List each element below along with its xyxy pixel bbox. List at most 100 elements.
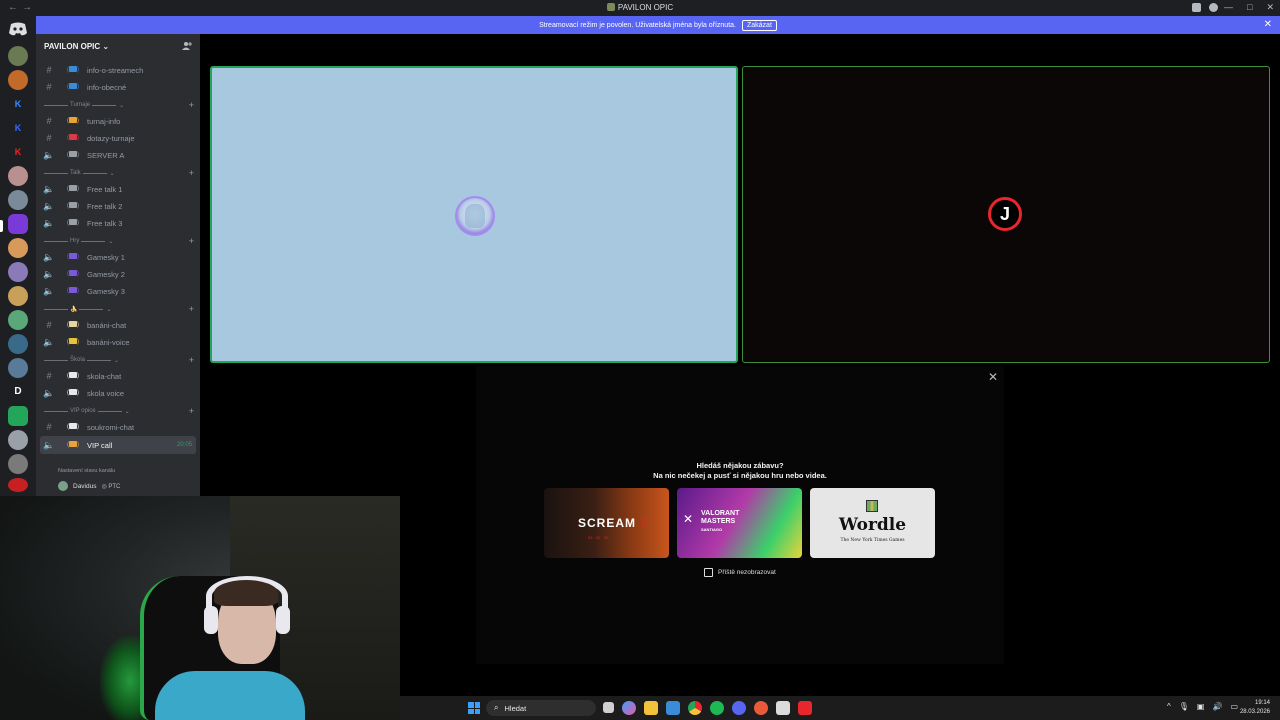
taskbar-search[interactable]: ⌕ Hledat: [486, 700, 596, 716]
task-view-icon[interactable]: [603, 702, 614, 713]
discord-taskbar-icon[interactable]: [732, 701, 746, 715]
checkbox-box[interactable]: [704, 568, 713, 577]
dont-show-again-checkbox[interactable]: Příště nezobrazovat: [704, 568, 776, 577]
category-divider: [79, 308, 104, 310]
hashtag-icon: #: [46, 116, 52, 126]
channel-category[interactable]: Talk ⌄ +: [44, 168, 194, 178]
taskbar-clock[interactable]: 19:14 28.03.2026: [1240, 699, 1270, 717]
text-channel-item[interactable]: # () info-o-streamech: [40, 62, 196, 78]
close-window-icon[interactable]: ✕: [1266, 2, 1274, 13]
add-channel-icon[interactable]: +: [189, 304, 194, 314]
channel-category[interactable]: Škola ⌄ +: [44, 355, 194, 365]
voice-channel-item[interactable]: 🔈 () banáni-voice: [40, 334, 196, 350]
activity-card-valorant[interactable]: ✕ VALORANT MASTERS SANTIAGO: [677, 488, 802, 558]
channel-status-hint[interactable]: Nastavení stavu kanálu: [58, 468, 115, 474]
voice-channel-item[interactable]: 🔈 () VIP call 20:05: [40, 436, 196, 454]
volume-icon[interactable]: 🔊: [1212, 702, 1222, 711]
spotify-icon[interactable]: [710, 701, 724, 715]
minimize-icon[interactable]: —: [1224, 2, 1233, 13]
speaker-icon: 🔈: [43, 336, 55, 347]
server-name-header[interactable]: PAVILON OPIC ⌄: [44, 42, 109, 51]
add-channel-icon[interactable]: +: [189, 236, 194, 246]
voice-channel-item[interactable]: 🔈 () Free talk 3: [40, 215, 196, 231]
start-button[interactable]: [468, 702, 480, 714]
server-icon[interactable]: [8, 334, 28, 354]
server-icon[interactable]: [8, 166, 28, 186]
server-icon[interactable]: [8, 406, 28, 426]
server-icon[interactable]: D: [8, 382, 28, 402]
battery-icon[interactable]: ▭: [1230, 702, 1238, 711]
activity-card-wordle[interactable]: Wordle The New York Times Games: [810, 488, 935, 558]
video-tile-user-b[interactable]: J: [742, 66, 1270, 363]
add-channel-icon[interactable]: +: [189, 100, 194, 110]
voice-channel-item[interactable]: 🔈 () Free talk 1: [40, 181, 196, 197]
server-icon[interactable]: [8, 478, 28, 492]
voice-channel-item[interactable]: 🔈 () Free talk 2: [40, 198, 196, 214]
microphone-icon[interactable]: 🎙: [1179, 702, 1189, 711]
video-tile-user-a[interactable]: [210, 66, 738, 363]
server-icon[interactable]: [8, 190, 28, 210]
add-channel-icon[interactable]: +: [189, 355, 194, 365]
server-icon[interactable]: [8, 286, 28, 306]
app-icon: [606, 3, 615, 11]
voice-channel-item[interactable]: 🔈 () SERVER A: [40, 147, 196, 163]
hashtag-icon: #: [46, 133, 52, 143]
help-icon[interactable]: [1209, 3, 1218, 12]
channel-category[interactable]: 🍌 ⌄ +: [44, 304, 194, 314]
server-icon[interactable]: K: [8, 142, 28, 162]
add-channel-icon[interactable]: +: [189, 406, 194, 416]
server-icon[interactable]: [8, 70, 28, 90]
channel-category[interactable]: VIP opice ⌄ +: [44, 406, 194, 416]
channel-name: Gamesky 2: [87, 269, 125, 279]
inbox-icon[interactable]: [1192, 3, 1201, 12]
voice-channel-item[interactable]: 🔈 () skola voice: [40, 385, 196, 401]
store-icon[interactable]: [666, 701, 680, 715]
channel-name: info-o-streamech: [87, 65, 144, 75]
tiktok-icon[interactable]: [798, 701, 812, 715]
card-title: VALORANT MASTERS SANTIAGO: [701, 510, 740, 532]
speaker-icon: 🔈: [43, 149, 55, 160]
wordle-grid-icon: [866, 500, 878, 512]
add-channel-icon[interactable]: +: [189, 168, 194, 178]
text-channel-item[interactable]: # () dotazy-turnaje: [40, 130, 196, 146]
channel-category[interactable]: Hry ⌄ +: [44, 236, 194, 246]
server-icon[interactable]: [8, 430, 28, 450]
server-icon[interactable]: K: [8, 94, 28, 114]
close-icon[interactable]: ✕: [988, 370, 998, 384]
channel-name: Free talk 2: [87, 201, 123, 211]
text-channel-item[interactable]: # () banáni-chat: [40, 317, 196, 333]
text-channel-item[interactable]: # () skola-chat: [40, 368, 196, 384]
server-icon[interactable]: [8, 214, 28, 234]
app-icon[interactable]: [776, 701, 790, 715]
channel-emoji-icon: (): [67, 371, 79, 379]
voice-channel-item[interactable]: 🔈 () Gamesky 2: [40, 266, 196, 282]
disable-streamer-mode-button[interactable]: Zakázat: [741, 19, 777, 31]
copilot-icon[interactable]: [622, 701, 636, 715]
close-icon[interactable]: ✕: [1264, 19, 1272, 30]
chrome-icon[interactable]: [688, 701, 702, 715]
voice-user[interactable]: Davidus ◎ PTC: [58, 481, 120, 491]
invite-people-icon[interactable]: [182, 41, 192, 51]
system-tray: ^ 🎙 ▣ 🔊 ▭: [1167, 702, 1238, 711]
server-icon[interactable]: [8, 310, 28, 330]
server-icon[interactable]: [8, 262, 28, 282]
voice-channel-item[interactable]: 🔈 () Gamesky 1: [40, 249, 196, 265]
server-icon[interactable]: [8, 358, 28, 378]
text-channel-item[interactable]: # () info-obecné: [40, 79, 196, 95]
browser-icon[interactable]: [754, 701, 768, 715]
channel-category[interactable]: Turnaje ⌄ +: [44, 100, 194, 110]
discord-home-icon[interactable]: [8, 21, 28, 37]
server-icon[interactable]: [8, 454, 28, 474]
text-channel-item[interactable]: # () turnaj-info: [40, 113, 196, 129]
network-icon[interactable]: ▣: [1197, 702, 1205, 711]
file-explorer-icon[interactable]: [644, 701, 658, 715]
maximize-icon[interactable]: □: [1247, 2, 1252, 13]
voice-channel-item[interactable]: 🔈 () Gamesky 3: [40, 283, 196, 299]
activity-card-scream[interactable]: SCREAM 7 03 · 02 · 03: [544, 488, 669, 558]
server-icon[interactable]: [8, 46, 28, 66]
text-channel-item[interactable]: # () soukromi-chat: [40, 419, 196, 435]
server-icon[interactable]: K: [8, 118, 28, 138]
category-divider: [44, 240, 68, 242]
chevron-up-icon[interactable]: ^: [1167, 702, 1171, 711]
server-icon[interactable]: [8, 238, 28, 258]
